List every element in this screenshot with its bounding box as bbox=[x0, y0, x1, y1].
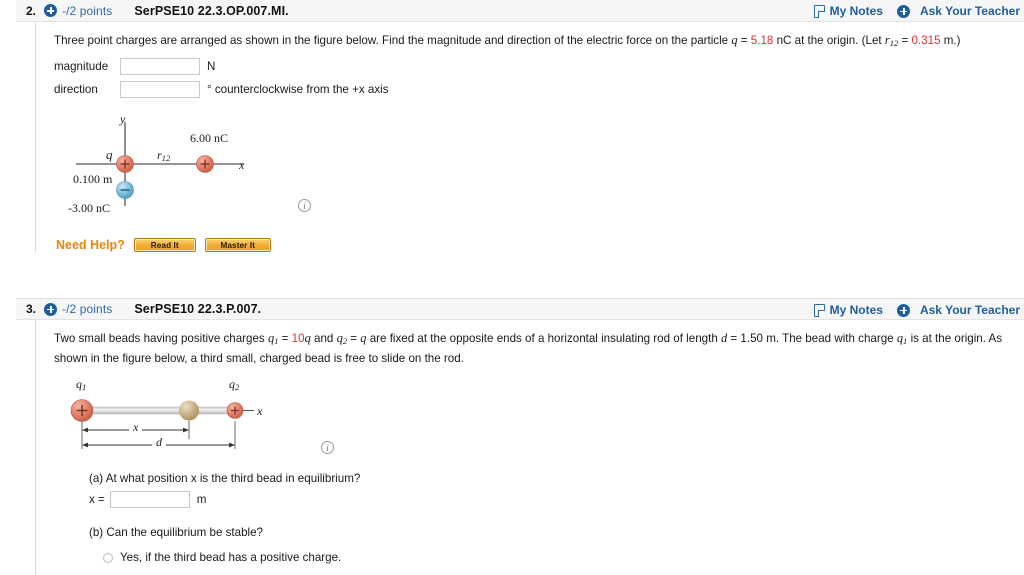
radio-option-positive[interactable]: Yes, if the third bead has a positive ch… bbox=[103, 550, 1024, 566]
q3-prompt-text-1: Two small beads having positive charges bbox=[54, 332, 268, 345]
figure3-q2-subscript: 2 bbox=[235, 382, 240, 392]
question-block-2: 2. -/2 points SerPSE10 22.3.OP.007.MI. M… bbox=[0, 0, 1024, 252]
plus-circle-icon bbox=[44, 302, 57, 316]
question-3-number: 3. bbox=[25, 302, 36, 316]
prompt-text-3: m.) bbox=[940, 34, 961, 47]
question-3-figure: q1 q2 x x d i bbox=[54, 377, 1024, 463]
part-a-field-prefix: x = bbox=[89, 492, 105, 506]
direction-input[interactable] bbox=[120, 81, 200, 98]
figure2-r12-label: r12 bbox=[157, 148, 170, 163]
magnitude-answer-row: magnitude N bbox=[54, 58, 1024, 75]
prompt-text-1: Three point charges are arranged as show… bbox=[54, 34, 732, 47]
question-2-body: Three point charges are arranged as show… bbox=[35, 22, 1024, 252]
radio-button-icon[interactable] bbox=[103, 553, 113, 563]
part-b: (b) Can the equilibrium be stable? Yes, … bbox=[89, 525, 1024, 575]
my-notes-label: My Notes bbox=[829, 303, 883, 317]
figure2-charge-q-label: q bbox=[106, 147, 113, 162]
homework-page: 2. -/2 points SerPSE10 22.3.OP.007.MI. M… bbox=[0, 0, 1024, 575]
my-notes-button[interactable]: My Notes bbox=[813, 303, 883, 317]
part-a-unit: m bbox=[196, 492, 207, 506]
ask-your-teacher-label: Ask Your Teacher bbox=[919, 303, 1020, 317]
figure3-q1-label: q1 bbox=[76, 377, 86, 392]
equals-1: = bbox=[737, 34, 751, 47]
info-icon[interactable]: i bbox=[298, 199, 311, 212]
figure2-y-axis-label: y bbox=[120, 112, 126, 126]
note-page-icon bbox=[813, 4, 825, 18]
question-3-body: Two small beads having positive charges … bbox=[35, 320, 1024, 575]
read-it-button[interactable]: Read It bbox=[133, 238, 196, 252]
position-x-input[interactable] bbox=[109, 491, 190, 508]
figure3-x-axis-label: x bbox=[257, 404, 263, 418]
direction-label: direction bbox=[54, 83, 98, 96]
master-it-button[interactable]: Master It bbox=[204, 238, 271, 252]
equals-2: = bbox=[898, 34, 912, 47]
q-value: 5.18 bbox=[750, 34, 774, 47]
q3-prompt-text-2: and bbox=[310, 332, 337, 345]
figure3-q1-subscript: 1 bbox=[82, 382, 87, 392]
q3-equals-1: = bbox=[278, 332, 292, 345]
direction-answer-row: direction ° counterclockwise from the +x… bbox=[54, 81, 1024, 98]
magnitude-unit: N bbox=[207, 60, 216, 73]
my-notes-label: My Notes bbox=[829, 4, 883, 18]
figure2-r-subscript: 12 bbox=[161, 153, 171, 163]
plus-circle-icon bbox=[896, 303, 910, 317]
part-a-text: (a) At what position x is the third bead… bbox=[89, 472, 361, 485]
figure2-right-charge-label: 6.00 nC bbox=[190, 131, 229, 145]
symbol-r-subscript: 12 bbox=[889, 38, 899, 48]
question-3-header: 3. -/2 points SerPSE10 22.3.P.007. My No… bbox=[0, 298, 1024, 320]
plus-circle-icon bbox=[896, 4, 910, 18]
radio-option-positive-label: Yes, if the third bead has a positive ch… bbox=[120, 551, 342, 564]
part-a-answer-row: x = m bbox=[89, 491, 1024, 508]
info-icon[interactable]: i bbox=[321, 441, 334, 454]
ask-your-teacher-button[interactable]: Ask Your Teacher bbox=[896, 303, 1020, 317]
need-help-label: Need Help? bbox=[56, 238, 125, 252]
figure3-dim-d-label: d bbox=[152, 435, 166, 450]
ask-your-teacher-button[interactable]: Ask Your Teacher bbox=[896, 4, 1020, 18]
question-block-3: 3. -/2 points SerPSE10 22.3.P.007. My No… bbox=[0, 298, 1024, 575]
figure2-bottom-charge-label: -3.00 nC bbox=[68, 201, 110, 215]
q3-equals-3: = bbox=[727, 332, 741, 345]
question-2-points: -/2 points bbox=[62, 3, 113, 18]
magnitude-label: magnitude bbox=[54, 60, 109, 73]
r12-value: 0.315 bbox=[911, 34, 941, 47]
figure2-x-axis-label: x bbox=[239, 158, 245, 172]
question-3-prompt: Two small beads having positive charges … bbox=[54, 330, 1024, 367]
figure2-distance-label: 0.100 m bbox=[73, 172, 113, 186]
question-2-number: 2. bbox=[25, 3, 36, 18]
question-3-header-actions: My Notes Ask Your Teacher bbox=[813, 299, 1020, 321]
question-3-points: -/2 points bbox=[62, 302, 113, 316]
d-value: 1.50 bbox=[740, 332, 763, 345]
q3-prompt-text-3: are fixed at the opposite ends of a hori… bbox=[366, 332, 721, 345]
figure3-q2-label: q2 bbox=[229, 377, 239, 392]
q1-value: 10 bbox=[291, 332, 305, 345]
my-notes-button[interactable]: My Notes bbox=[813, 4, 883, 18]
ask-your-teacher-label: Ask Your Teacher bbox=[919, 4, 1020, 18]
prompt-text-2: nC at the origin. (Let bbox=[773, 34, 885, 47]
q3-prompt-text-4: m. The bead with charge bbox=[763, 332, 897, 345]
q3-equals-2: = bbox=[347, 332, 361, 345]
magnitude-input[interactable] bbox=[120, 58, 200, 75]
direction-unit: ° counterclockwise from the +x axis bbox=[207, 83, 389, 96]
question-2-code: SerPSE10 22.3.OP.007.MI. bbox=[134, 3, 289, 18]
question-2-prompt: Three point charges are arranged as show… bbox=[54, 32, 1024, 52]
plus-circle-icon bbox=[44, 4, 57, 17]
question-2-figure: y x q r12 6.00 nC 0.100 m -3.00 nC i bbox=[54, 106, 1024, 224]
question-2-header-actions: My Notes Ask Your Teacher bbox=[813, 0, 1020, 22]
part-a: (a) At what position x is the third bead… bbox=[89, 471, 1024, 508]
part-b-text: (b) Can the equilibrium be stable? bbox=[89, 526, 264, 539]
question-3-code: SerPSE10 22.3.P.007. bbox=[134, 302, 262, 316]
question-3-diagram bbox=[70, 399, 254, 449]
question-2-need-help: Need Help? Read It Master It bbox=[56, 238, 1024, 252]
note-page-icon bbox=[813, 303, 825, 317]
question-2-header: 2. -/2 points SerPSE10 22.3.OP.007.MI. M… bbox=[0, 0, 1024, 22]
figure3-dim-x-label: x bbox=[129, 420, 143, 435]
